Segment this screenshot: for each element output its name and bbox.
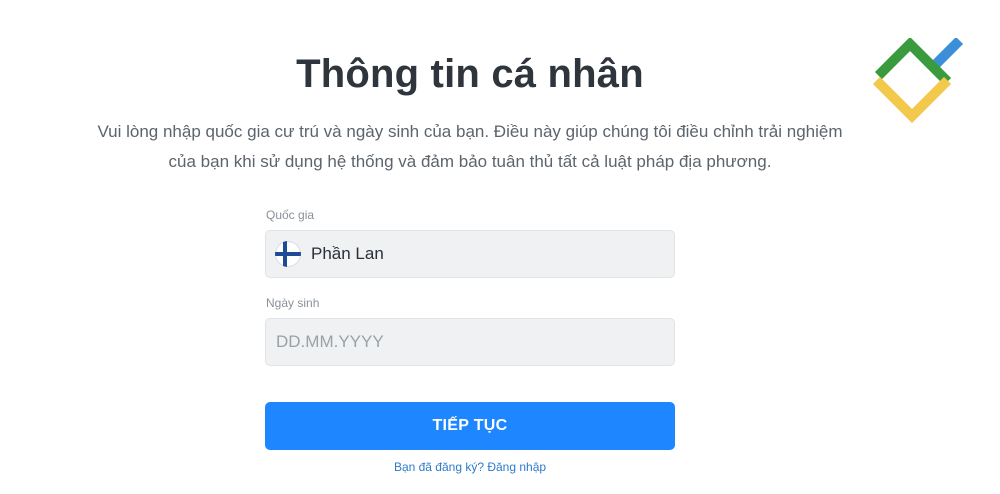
birthdate-input[interactable] xyxy=(265,318,675,366)
country-group: Quốc gia Phần Lan xyxy=(265,208,675,278)
birthdate-group: Ngày sinh xyxy=(265,296,675,366)
brand-logo-icon xyxy=(872,38,964,124)
continue-button[interactable]: TIẾP TỤC xyxy=(265,402,675,450)
country-label: Quốc gia xyxy=(266,208,315,222)
login-link[interactable]: Bạn đã đăng ký? Đăng nhập xyxy=(265,460,675,474)
country-value: Phần Lan xyxy=(311,244,384,263)
country-select[interactable]: Phần Lan xyxy=(265,230,675,278)
description-line-2: của bạn khi sử dụng hệ thống và đảm bảo … xyxy=(168,152,772,171)
personal-info-page: Thông tin cá nhân Vui lòng nhập quốc gia… xyxy=(0,0,1000,494)
page-description: Vui lòng nhập quốc gia cư trú và ngày si… xyxy=(70,117,870,177)
description-line-1: Vui lòng nhập quốc gia cư trú và ngày si… xyxy=(97,122,843,141)
personal-info-form: Quốc gia Phần Lan Ngày sinh TIẾP TỤC Bạn… xyxy=(265,208,675,474)
finland-flag-icon xyxy=(275,241,301,267)
birthdate-label: Ngày sinh xyxy=(266,296,320,310)
page-title: Thông tin cá nhân xyxy=(296,52,644,96)
